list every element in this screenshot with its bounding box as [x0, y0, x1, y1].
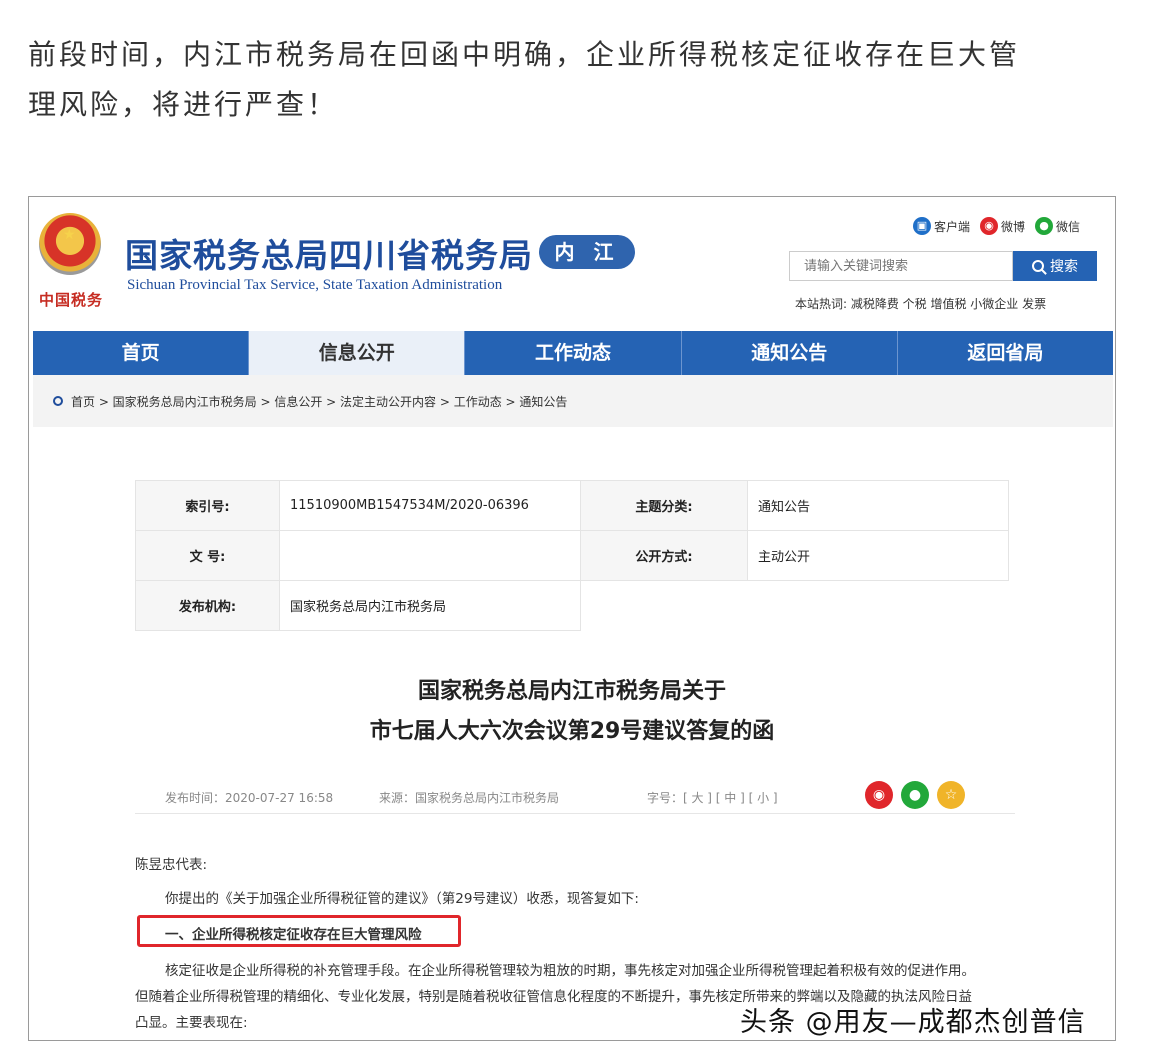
weibo-label: 微博	[1001, 219, 1026, 234]
document-meta-table: 索引号: 11510900MB1547534M/2020-06396 主题分类:…	[135, 480, 1009, 631]
website-screenshot: ★ 中国税务 国家税务总局四川省税务局 内 江 Sichuan Provinci…	[28, 196, 1116, 1041]
share-favorite-icon[interactable]: ☆	[937, 781, 965, 809]
breadcrumb: 首页 > 国家税务总局内江市税务局 > 信息公开 > 法定主动公开内容 > 工作…	[33, 375, 1113, 427]
org-label: 发布机构:	[135, 580, 280, 631]
empty-cell	[748, 581, 1009, 631]
intro-text: 前段时间，内江市税务局在回函中明确，企业所得税核定征收存在巨大管 理风险，将进行…	[28, 30, 1128, 130]
weibo-link[interactable]: ◉ 微博	[980, 217, 1025, 235]
font-size-controls[interactable]: 字号：[ 大 ] [ 中 ] [ 小 ]	[647, 789, 778, 806]
publish-info: 发布时间：2020-07-27 16:58 来源：国家税务总局内江市税务局 字号…	[165, 789, 778, 806]
city-badge: 内 江	[539, 235, 635, 269]
nav-notices[interactable]: 通知公告	[682, 331, 898, 375]
doc-title-line-2: 市七届人大六次会议第29号建议答复的函	[369, 719, 775, 744]
docno-label: 文 号:	[135, 530, 280, 581]
doc-title-line-1: 国家税务总局内江市税务局关于	[417, 679, 726, 704]
nav-back-province[interactable]: 返回省局	[898, 331, 1113, 375]
search-input[interactable]	[790, 252, 1004, 280]
topic-value: 通知公告	[747, 480, 1009, 531]
social-links: ▣ 客户端 ◉ 微博 ● 微信	[913, 217, 1080, 235]
divider	[135, 813, 1015, 814]
star-icon: ★	[63, 227, 76, 243]
site-title[interactable]: 国家税务总局四川省税务局	[125, 229, 533, 277]
wechat-label: 微信	[1056, 219, 1081, 234]
tax-emblem-icon	[39, 213, 101, 275]
topic-label: 主题分类:	[580, 480, 748, 531]
emblem-caption: 中国税务	[39, 291, 104, 309]
search-button[interactable]: 搜索	[1013, 251, 1097, 281]
search-box	[789, 251, 1013, 281]
client-label: 客户端	[934, 219, 971, 234]
toutiao-watermark: 头条 @用友—成都杰创普信	[740, 1007, 1086, 1038]
client-icon: ▣	[913, 217, 931, 235]
org-value: 国家税务总局内江市税务局	[279, 580, 581, 631]
hot-words[interactable]: 本站热词: 减税降费 个税 增值税 小微企业 发票	[795, 295, 1046, 312]
index-value: 11510900MB1547534M/2020-06396	[279, 480, 581, 531]
paragraph-2: 核定征收是企业所得税的补充管理手段。在企业所得税管理较为粗放的时期，事先核定对加…	[165, 963, 975, 979]
wechat-link[interactable]: ● 微信	[1035, 217, 1080, 235]
empty-cell	[581, 581, 748, 631]
main-nav: 首页 信息公开 工作动态 通知公告 返回省局	[33, 331, 1113, 375]
intro-line-1: 前段时间，内江市税务局在回函中明确，企业所得税核定征收存在巨大管	[28, 38, 1021, 71]
nav-home[interactable]: 首页	[33, 331, 250, 375]
publish-time: 发布时间：2020-07-27 16:58	[165, 791, 334, 805]
wechat-icon: ●	[1035, 217, 1054, 235]
weibo-icon: ◉	[980, 217, 999, 235]
location-pin-icon	[53, 396, 63, 406]
share-wechat-icon[interactable]: ●	[901, 781, 929, 809]
nav-info-public[interactable]: 信息公开	[249, 331, 466, 375]
heading-1: 一、企业所得税核定征收存在巨大管理风险	[165, 927, 422, 943]
index-label: 索引号:	[135, 480, 280, 531]
intro-line-2: 理风险，将进行严查！	[28, 88, 339, 121]
open-value: 主动公开	[747, 530, 1009, 581]
paragraph-1: 你提出的《关于加强企业所得税征管的建议》（第29号建议）收悉，现答复如下:	[165, 891, 639, 907]
search-icon	[1032, 260, 1044, 272]
share-weibo-icon[interactable]: ◉	[865, 781, 893, 809]
breadcrumb-text[interactable]: 首页 > 国家税务总局内江市税务局 > 信息公开 > 法定主动公开内容 > 工作…	[71, 393, 567, 410]
nav-work-news[interactable]: 工作动态	[465, 331, 682, 375]
greeting: 陈昱忠代表:	[135, 857, 208, 873]
source: 来源：国家税务总局内江市税务局	[379, 791, 560, 805]
open-label: 公开方式:	[580, 530, 748, 581]
paragraph-4: 凸显。主要表现在:	[135, 1015, 248, 1031]
search-label: 搜索	[1050, 259, 1078, 275]
docno-value	[279, 530, 581, 581]
client-link[interactable]: ▣ 客户端	[913, 217, 970, 235]
site-subtitle: Sichuan Provincial Tax Service, State Ta…	[127, 277, 503, 293]
